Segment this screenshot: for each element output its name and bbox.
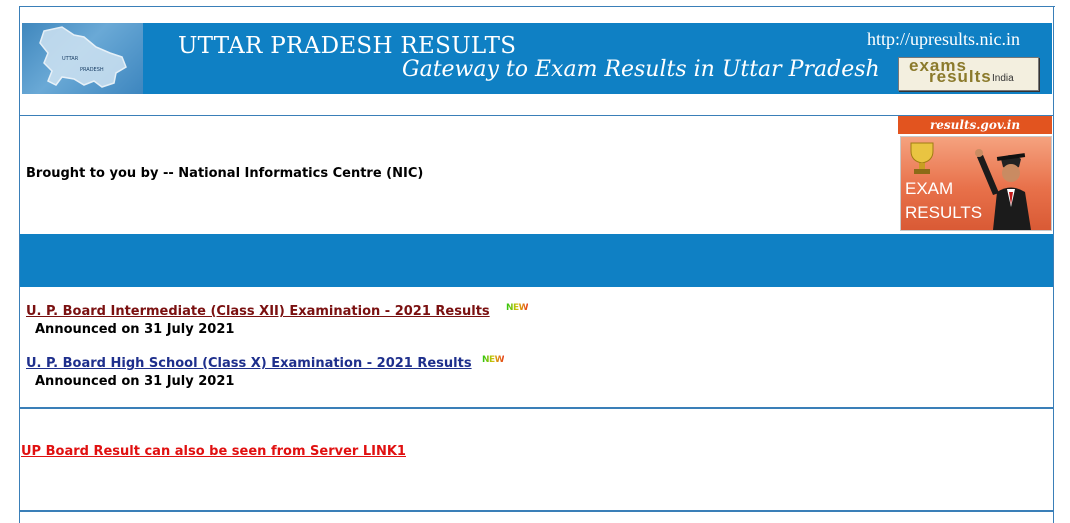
results-gov-badge[interactable]: results.gov.in EXAM RESULTS <box>898 116 1052 231</box>
exam-text: EXAM <box>905 179 954 198</box>
announcement-date: Announced on 31 July 2021 <box>35 322 235 337</box>
new-badge: NEW <box>482 355 505 365</box>
new-badge: NEW <box>506 303 529 313</box>
up-map-logo: UTTAR PRADESH <box>22 23 143 94</box>
logo-line-2: results <box>929 67 992 86</box>
header-banner: UTTAR PRADESH UTTAR PRADESH RESULTS Gate… <box>22 23 1052 94</box>
server-link1[interactable]: UP Board Result can also be seen from Se… <box>21 444 406 459</box>
site-url: http://upresults.nic.in <box>867 29 1020 49</box>
announcement-date: Announced on 31 July 2021 <box>35 374 235 389</box>
logo-line-3: India <box>992 73 1014 84</box>
intermediate-results-link[interactable]: U. P. Board Intermediate (Class XII) Exa… <box>26 304 490 319</box>
high-school-results-link[interactable]: U. P. Board High School (Class X) Examin… <box>26 356 472 371</box>
map-label-1: UTTAR <box>62 56 79 62</box>
map-label-2: PRADESH <box>80 67 104 73</box>
results-gov-header: results.gov.in <box>898 116 1052 134</box>
exam-results-graphic: EXAM RESULTS <box>900 136 1052 231</box>
brought-by-text: Brought to you by -- National Informatic… <box>26 166 424 181</box>
frame-right-border <box>1053 6 1054 523</box>
page-tagline: Gateway to Exam Results in Uttar Pradesh <box>402 57 880 82</box>
divider <box>20 510 1053 512</box>
blue-section-band <box>20 234 1053 287</box>
exams-results-india-logo[interactable]: exams results India <box>898 56 1039 91</box>
up-map-icon: UTTAR PRADESH <box>39 26 127 88</box>
results-text: RESULTS <box>905 203 983 222</box>
page-title: UTTAR PRADESH RESULTS <box>178 33 517 59</box>
divider <box>20 407 1053 409</box>
frame-top-border <box>19 6 1055 7</box>
